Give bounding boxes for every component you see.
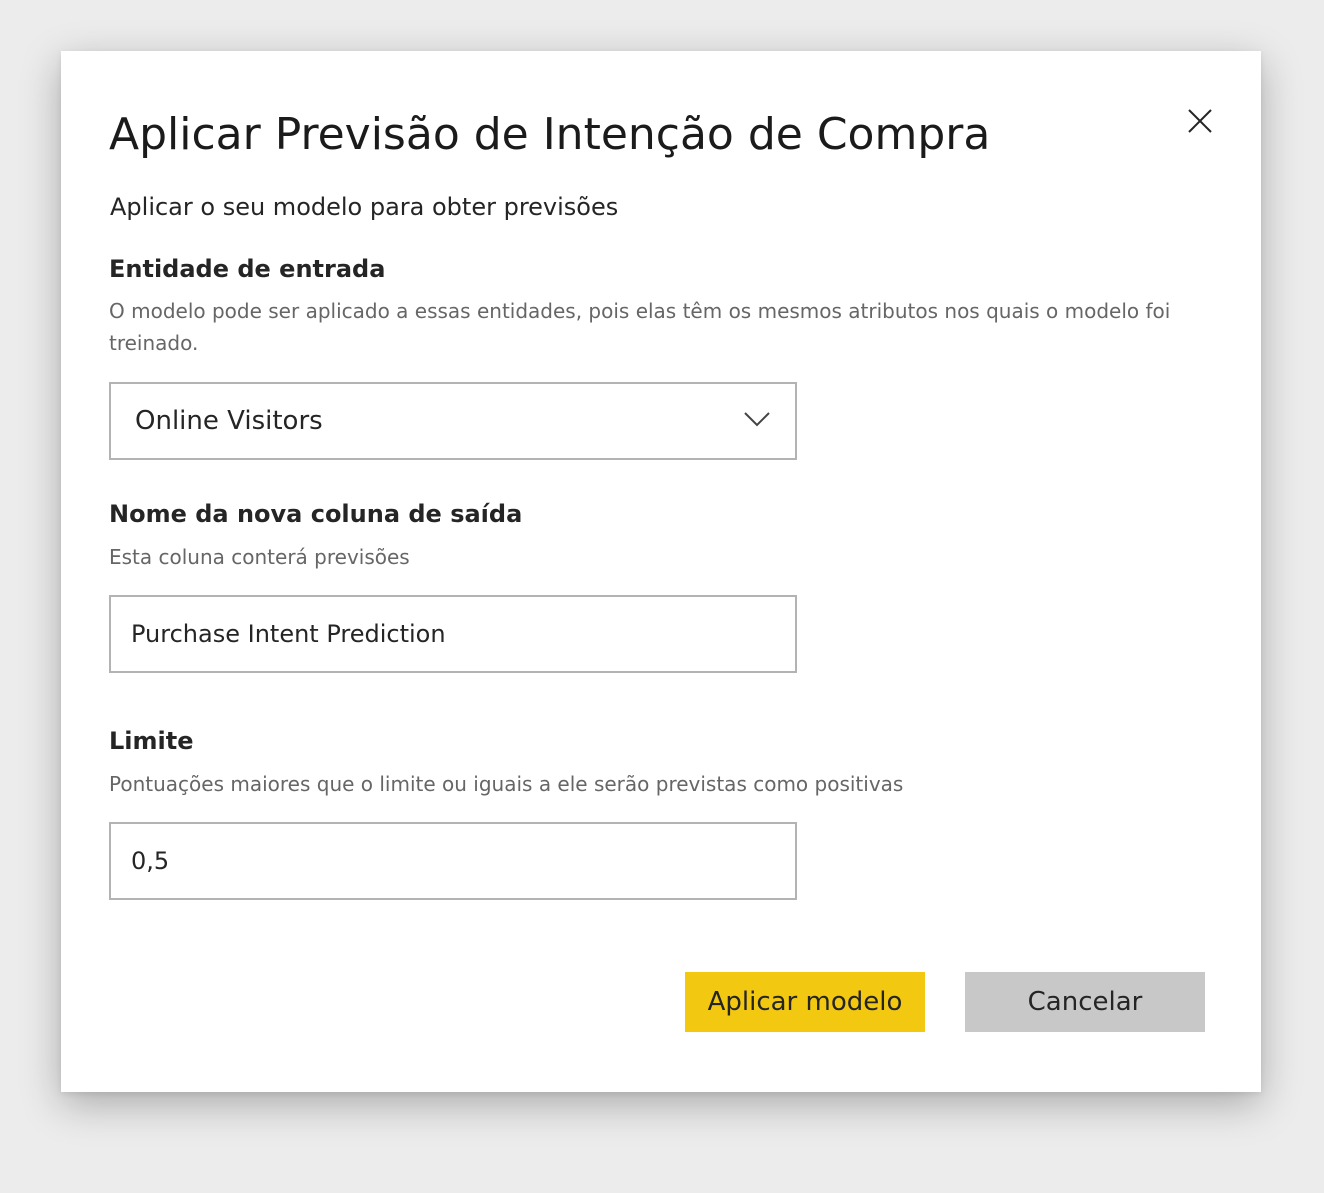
output-column-input[interactable] xyxy=(111,597,795,671)
threshold-label: Limite xyxy=(109,727,194,755)
input-entity-selected-value: Online Visitors xyxy=(135,406,323,436)
input-entity-label: Entidade de entrada xyxy=(109,255,386,283)
apply-model-button[interactable]: Aplicar modelo xyxy=(685,972,925,1032)
cancel-button[interactable]: Cancelar xyxy=(965,972,1205,1032)
close-icon xyxy=(1188,109,1212,133)
close-button[interactable] xyxy=(1175,91,1225,141)
output-column-description: Esta coluna conterá previsões xyxy=(109,545,410,569)
dialog-subtitle: Aplicar o seu modelo para obter previsõe… xyxy=(110,193,619,221)
threshold-input[interactable] xyxy=(111,824,795,898)
chevron-down-icon xyxy=(744,412,770,427)
threshold-field[interactable] xyxy=(109,822,797,900)
dialog-title: Aplicar Previsão de Intenção de Compra xyxy=(109,109,991,160)
output-column-field[interactable] xyxy=(109,595,797,673)
input-entity-description: O modelo pode ser aplicado a essas entid… xyxy=(109,299,1171,355)
input-entity-dropdown[interactable]: Online Visitors xyxy=(109,382,797,460)
threshold-description: Pontuações maiores que o limite ou iguai… xyxy=(109,772,904,796)
output-column-label: Nome da nova coluna de saída xyxy=(109,500,523,528)
apply-prediction-dialog: Aplicar Previsão de Intenção de Compra A… xyxy=(61,51,1261,1092)
